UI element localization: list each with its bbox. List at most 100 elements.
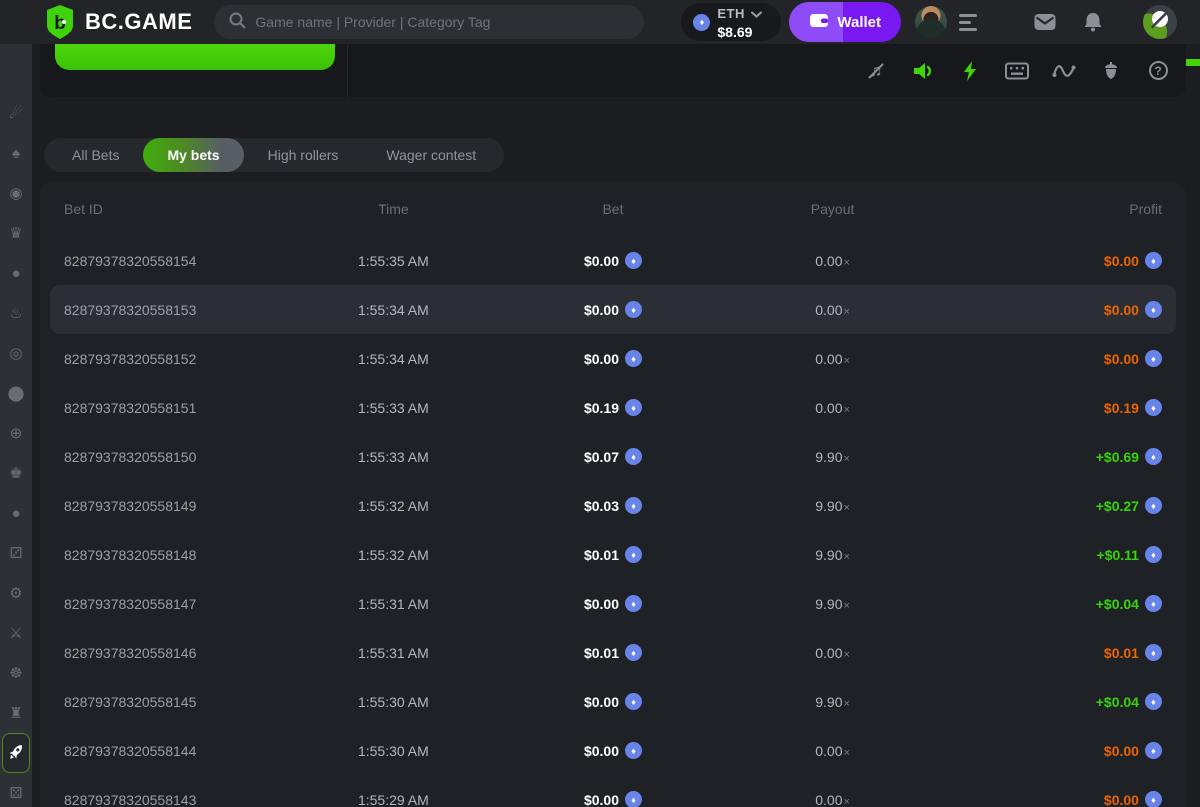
sidebar-item-fountain[interactable]: ♨ — [2, 293, 30, 333]
table-row[interactable]: 82879378320558143 1:55:29 AM $0.00 ♦ 0.0… — [40, 775, 1186, 807]
sidebar-item-helmet[interactable]: ♛ — [2, 213, 30, 253]
sidebar-item-cards[interactable]: ♠ — [2, 133, 30, 173]
col-payout: Payout — [810, 201, 855, 217]
bet-id: 82879378320558148 — [64, 546, 197, 563]
tab-all-bets[interactable]: All Bets — [48, 138, 143, 172]
live-stats-icon[interactable] — [1052, 59, 1076, 83]
bet-payout: 9.90× — [815, 546, 850, 563]
col-bet: Bet — [602, 201, 624, 217]
bet-amount: $0.00 ♦ — [503, 791, 723, 807]
sidebar-item-egg[interactable]: ⬤ — [2, 373, 30, 413]
rocket-icon — [7, 743, 25, 764]
tab-high-rollers[interactable]: High rollers — [244, 138, 363, 172]
eth-coin-icon: ♦ — [693, 13, 711, 31]
table-row[interactable]: 82879378320558150 1:55:33 AM $0.07 ♦ 9.9… — [40, 432, 1186, 481]
sidebar-item-wheel[interactable]: ☸ — [2, 653, 30, 693]
notifications-bell-icon[interactable] — [1084, 12, 1102, 32]
seed-icon[interactable] — [1099, 59, 1123, 83]
bet-amount: $0.01 ♦ — [503, 644, 723, 661]
sidebar-item-bomb[interactable]: ⚙ — [2, 573, 30, 613]
bomb-icon: ⚙ — [9, 584, 23, 602]
bet-amount: $0.00 ♦ — [503, 742, 723, 759]
sidebar-item-sword[interactable]: ⚔ — [2, 613, 30, 653]
table-body: 82879378320558154 1:55:35 AM $0.00 ♦ 0.0… — [40, 236, 1186, 807]
eth-coin-icon: ♦ — [625, 448, 642, 465]
chat-toggle-button[interactable] — [1143, 5, 1177, 39]
table-row[interactable]: 82879378320558149 1:55:32 AM $0.03 ♦ 9.9… — [40, 481, 1186, 530]
bet-time: 1:55:33 AM — [357, 399, 429, 416]
panel-divider — [347, 44, 348, 97]
account-menu-icon[interactable] — [959, 13, 981, 31]
sidebar-item-wrecking-ball[interactable]: ● — [2, 493, 30, 533]
table-row[interactable]: 82879378320558147 1:55:31 AM $0.00 ♦ 9.9… — [40, 579, 1186, 628]
user-avatar[interactable] — [915, 6, 947, 38]
bet-profit: $0.00 ♦ — [942, 301, 1162, 318]
search-input[interactable] — [255, 14, 631, 30]
sidebar-item-tower[interactable]: ♜ — [2, 693, 30, 733]
hotkeys-keyboard-icon[interactable] — [1005, 59, 1029, 83]
bet-button[interactable] — [55, 44, 335, 70]
bet-payout: 0.00× — [815, 301, 850, 318]
bets-table: Bet ID Time Bet Payout Profit 8287937832… — [40, 182, 1186, 807]
coins-icon: ⊕ — [9, 424, 23, 442]
table-row[interactable]: 82879378320558153 1:55:34 AM $0.00 ♦ 0.0… — [50, 285, 1176, 334]
sidebar-item-comet[interactable]: ☄ — [2, 93, 30, 133]
table-row[interactable]: 82879378320558146 1:55:31 AM $0.01 ♦ 0.0… — [40, 628, 1186, 677]
table-row[interactable]: 82879378320558148 1:55:32 AM $0.01 ♦ 9.9… — [40, 530, 1186, 579]
bet-id: 82879378320558149 — [64, 497, 197, 514]
currency-code: ETH — [717, 6, 745, 21]
bet-amount: $0.00 ♦ — [503, 595, 723, 612]
eth-coin-icon: ♦ — [625, 350, 642, 367]
help-icon[interactable]: ? — [1146, 59, 1170, 83]
sidebar-item-coins[interactable]: ⊕ — [2, 413, 30, 453]
bet-id: 82879378320558153 — [64, 301, 197, 318]
mail-icon[interactable] — [1034, 13, 1056, 31]
table-row[interactable]: 82879378320558152 1:55:34 AM $0.00 ♦ 0.0… — [40, 334, 1186, 383]
bet-id: 82879378320558145 — [64, 693, 197, 710]
sidebar-item-slots[interactable]: ⚄ — [2, 773, 30, 807]
turbo-lightning-icon[interactable] — [958, 59, 982, 83]
sidebar-item-lotto-ball[interactable]: ◉ — [2, 173, 30, 213]
eth-coin-icon: ♦ — [1144, 644, 1162, 661]
crown-icon: ♚ — [9, 464, 23, 482]
table-row[interactable]: 82879378320558154 1:55:35 AM $0.00 ♦ 0.0… — [40, 236, 1186, 285]
sidebar-item-fruit[interactable]: ● — [2, 253, 30, 293]
wallet-button[interactable]: Wallet — [789, 2, 901, 42]
music-off-icon[interactable]: ♫ — [864, 59, 888, 83]
eth-coin-icon: ♦ — [625, 693, 642, 710]
eth-coin-icon: ♦ — [1144, 791, 1162, 807]
wrecking-ball-icon: ● — [11, 504, 21, 522]
sound-on-icon[interactable] — [911, 59, 935, 83]
eth-coin-icon: ♦ — [625, 546, 642, 563]
bet-time: 1:55:30 AM — [357, 742, 429, 759]
game-search-bar[interactable] — [214, 5, 645, 39]
bet-payout: 9.90× — [815, 595, 850, 612]
chat-icon — [1150, 9, 1170, 35]
eth-coin-icon: ♦ — [1144, 497, 1162, 514]
bet-time: 1:55:34 AM — [357, 350, 429, 367]
bet-profit: +$0.27 ♦ — [942, 497, 1162, 514]
table-row[interactable]: 82879378320558151 1:55:33 AM $0.19 ♦ 0.0… — [40, 383, 1186, 432]
eth-coin-icon: ♦ — [625, 644, 642, 661]
bet-id: 82879378320558147 — [64, 595, 197, 612]
currency-selector[interactable]: ♦ ETH $8.69 — [681, 3, 782, 41]
bcgame-app: b BC.GAME ♦ ETH — [0, 0, 1200, 807]
bet-profit: $0.19 ♦ — [942, 399, 1162, 416]
sidebar-item-timer[interactable]: ◎ — [2, 333, 30, 373]
wallet-button-label: Wallet — [837, 13, 881, 31]
dice-icon: ⚂ — [9, 544, 23, 562]
eth-coin-icon: ♦ — [1144, 350, 1162, 367]
table-row[interactable]: 82879378320558144 1:55:30 AM $0.00 ♦ 0.0… — [40, 726, 1186, 775]
sidebar-item-dice[interactable]: ⚂ — [2, 533, 30, 573]
sidebar-item-crown[interactable]: ♚ — [2, 453, 30, 493]
bcgame-logo[interactable]: b BC.GAME — [45, 5, 192, 39]
helmet-icon: ♛ — [9, 224, 23, 242]
bet-amount: $0.00 ♦ — [503, 350, 723, 367]
tab-my-bets[interactable]: My bets — [143, 138, 244, 172]
bet-time: 1:55:29 AM — [357, 791, 429, 807]
bet-amount: $0.19 ♦ — [503, 399, 723, 416]
sidebar-item-rocket[interactable] — [2, 733, 30, 773]
table-row[interactable]: 82879378320558145 1:55:30 AM $0.00 ♦ 9.9… — [40, 677, 1186, 726]
tab-wager-contest[interactable]: Wager contest — [362, 138, 500, 172]
bet-profit: +$0.69 ♦ — [942, 448, 1162, 465]
